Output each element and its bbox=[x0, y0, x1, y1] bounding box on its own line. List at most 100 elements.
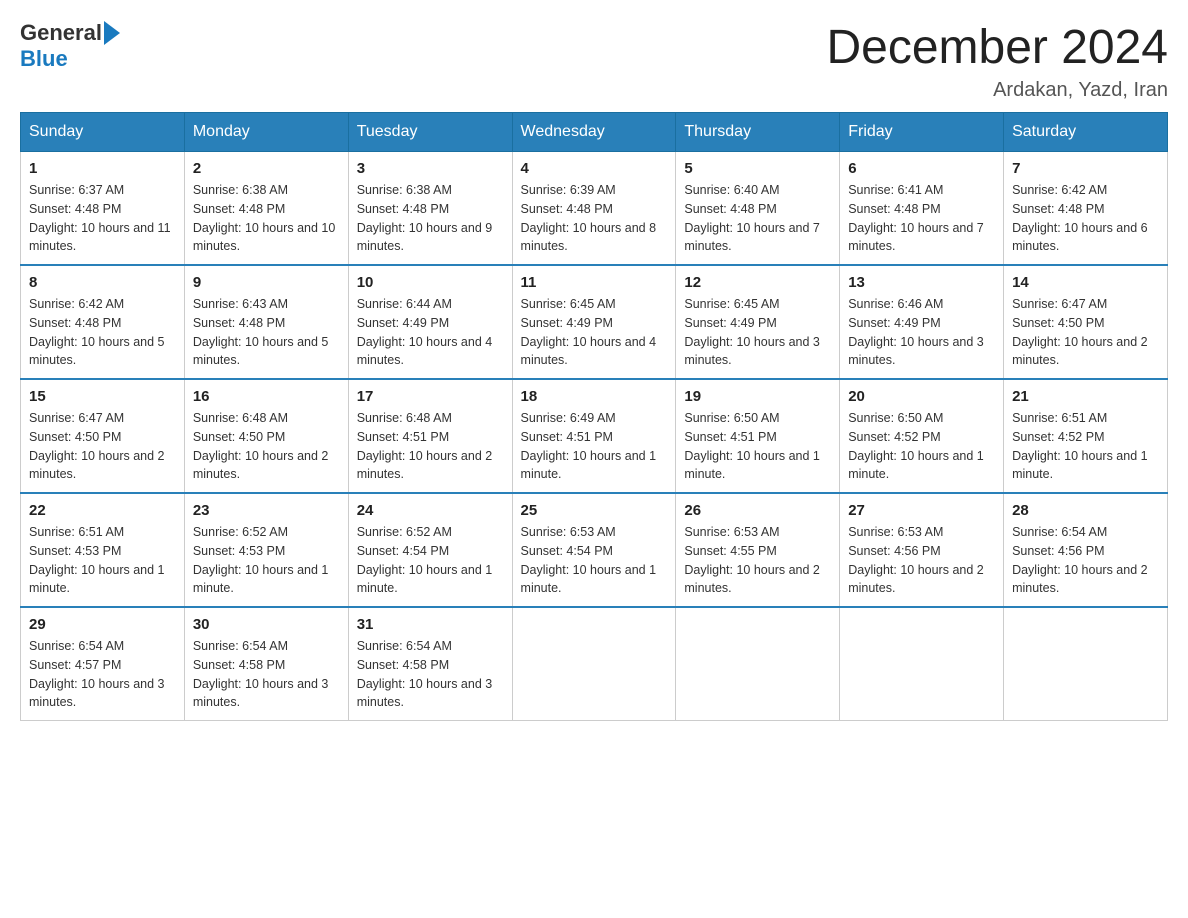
weekday-header-row: Sunday Monday Tuesday Wednesday Thursday… bbox=[21, 113, 1168, 152]
day-info: Sunrise: 6:37 AM Sunset: 4:48 PM Dayligh… bbox=[29, 181, 176, 256]
day-info: Sunrise: 6:48 AM Sunset: 4:50 PM Dayligh… bbox=[193, 409, 340, 484]
day-number: 24 bbox=[357, 502, 504, 519]
calendar-day-cell: 12 Sunrise: 6:45 AM Sunset: 4:49 PM Dayl… bbox=[676, 265, 840, 379]
day-info: Sunrise: 6:40 AM Sunset: 4:48 PM Dayligh… bbox=[684, 181, 831, 256]
day-number: 9 bbox=[193, 274, 340, 291]
day-info: Sunrise: 6:45 AM Sunset: 4:49 PM Dayligh… bbox=[521, 295, 668, 370]
day-info: Sunrise: 6:45 AM Sunset: 4:49 PM Dayligh… bbox=[684, 295, 831, 370]
logo: General Blue bbox=[20, 20, 122, 72]
day-number: 1 bbox=[29, 160, 176, 177]
header-monday: Monday bbox=[184, 113, 348, 152]
header-tuesday: Tuesday bbox=[348, 113, 512, 152]
day-info: Sunrise: 6:42 AM Sunset: 4:48 PM Dayligh… bbox=[1012, 181, 1159, 256]
logo-blue-text: Blue bbox=[20, 46, 68, 71]
calendar-day-cell: 8 Sunrise: 6:42 AM Sunset: 4:48 PM Dayli… bbox=[21, 265, 185, 379]
day-info: Sunrise: 6:38 AM Sunset: 4:48 PM Dayligh… bbox=[357, 181, 504, 256]
header-wednesday: Wednesday bbox=[512, 113, 676, 152]
day-number: 27 bbox=[848, 502, 995, 519]
calendar-day-cell: 29 Sunrise: 6:54 AM Sunset: 4:57 PM Dayl… bbox=[21, 607, 185, 721]
day-info: Sunrise: 6:53 AM Sunset: 4:56 PM Dayligh… bbox=[848, 523, 995, 598]
day-number: 3 bbox=[357, 160, 504, 177]
calendar-day-cell: 28 Sunrise: 6:54 AM Sunset: 4:56 PM Dayl… bbox=[1004, 493, 1168, 607]
calendar-day-cell bbox=[840, 607, 1004, 721]
day-info: Sunrise: 6:54 AM Sunset: 4:58 PM Dayligh… bbox=[357, 637, 504, 712]
calendar-day-cell: 4 Sunrise: 6:39 AM Sunset: 4:48 PM Dayli… bbox=[512, 152, 676, 266]
day-info: Sunrise: 6:53 AM Sunset: 4:54 PM Dayligh… bbox=[521, 523, 668, 598]
day-number: 15 bbox=[29, 388, 176, 405]
day-number: 18 bbox=[521, 388, 668, 405]
header-friday: Friday bbox=[840, 113, 1004, 152]
day-number: 23 bbox=[193, 502, 340, 519]
day-number: 26 bbox=[684, 502, 831, 519]
calendar-day-cell: 15 Sunrise: 6:47 AM Sunset: 4:50 PM Dayl… bbox=[21, 379, 185, 493]
day-info: Sunrise: 6:39 AM Sunset: 4:48 PM Dayligh… bbox=[521, 181, 668, 256]
calendar-day-cell: 26 Sunrise: 6:53 AM Sunset: 4:55 PM Dayl… bbox=[676, 493, 840, 607]
header-thursday: Thursday bbox=[676, 113, 840, 152]
calendar-day-cell: 27 Sunrise: 6:53 AM Sunset: 4:56 PM Dayl… bbox=[840, 493, 1004, 607]
calendar-day-cell: 14 Sunrise: 6:47 AM Sunset: 4:50 PM Dayl… bbox=[1004, 265, 1168, 379]
calendar-day-cell: 23 Sunrise: 6:52 AM Sunset: 4:53 PM Dayl… bbox=[184, 493, 348, 607]
day-number: 4 bbox=[521, 160, 668, 177]
day-info: Sunrise: 6:50 AM Sunset: 4:52 PM Dayligh… bbox=[848, 409, 995, 484]
day-info: Sunrise: 6:51 AM Sunset: 4:52 PM Dayligh… bbox=[1012, 409, 1159, 484]
calendar-day-cell: 21 Sunrise: 6:51 AM Sunset: 4:52 PM Dayl… bbox=[1004, 379, 1168, 493]
day-number: 11 bbox=[521, 274, 668, 291]
day-info: Sunrise: 6:52 AM Sunset: 4:54 PM Dayligh… bbox=[357, 523, 504, 598]
day-info: Sunrise: 6:44 AM Sunset: 4:49 PM Dayligh… bbox=[357, 295, 504, 370]
day-info: Sunrise: 6:42 AM Sunset: 4:48 PM Dayligh… bbox=[29, 295, 176, 370]
day-number: 30 bbox=[193, 616, 340, 633]
day-number: 12 bbox=[684, 274, 831, 291]
day-info: Sunrise: 6:38 AM Sunset: 4:48 PM Dayligh… bbox=[193, 181, 340, 256]
day-info: Sunrise: 6:52 AM Sunset: 4:53 PM Dayligh… bbox=[193, 523, 340, 598]
page-header: General Blue December 2024 Ardakan, Yazd… bbox=[20, 20, 1168, 102]
day-info: Sunrise: 6:53 AM Sunset: 4:55 PM Dayligh… bbox=[684, 523, 831, 598]
calendar-table: Sunday Monday Tuesday Wednesday Thursday… bbox=[20, 112, 1168, 721]
day-info: Sunrise: 6:47 AM Sunset: 4:50 PM Dayligh… bbox=[1012, 295, 1159, 370]
month-title: December 2024 bbox=[826, 20, 1168, 75]
day-number: 31 bbox=[357, 616, 504, 633]
day-number: 29 bbox=[29, 616, 176, 633]
day-info: Sunrise: 6:54 AM Sunset: 4:56 PM Dayligh… bbox=[1012, 523, 1159, 598]
day-info: Sunrise: 6:48 AM Sunset: 4:51 PM Dayligh… bbox=[357, 409, 504, 484]
day-info: Sunrise: 6:49 AM Sunset: 4:51 PM Dayligh… bbox=[521, 409, 668, 484]
calendar-day-cell: 24 Sunrise: 6:52 AM Sunset: 4:54 PM Dayl… bbox=[348, 493, 512, 607]
calendar-week-row: 15 Sunrise: 6:47 AM Sunset: 4:50 PM Dayl… bbox=[21, 379, 1168, 493]
day-number: 7 bbox=[1012, 160, 1159, 177]
day-number: 10 bbox=[357, 274, 504, 291]
calendar-day-cell: 30 Sunrise: 6:54 AM Sunset: 4:58 PM Dayl… bbox=[184, 607, 348, 721]
day-info: Sunrise: 6:54 AM Sunset: 4:57 PM Dayligh… bbox=[29, 637, 176, 712]
logo-general-text: General bbox=[20, 20, 102, 46]
calendar-day-cell: 31 Sunrise: 6:54 AM Sunset: 4:58 PM Dayl… bbox=[348, 607, 512, 721]
day-number: 5 bbox=[684, 160, 831, 177]
calendar-day-cell: 3 Sunrise: 6:38 AM Sunset: 4:48 PM Dayli… bbox=[348, 152, 512, 266]
day-number: 28 bbox=[1012, 502, 1159, 519]
header-sunday: Sunday bbox=[21, 113, 185, 152]
calendar-week-row: 22 Sunrise: 6:51 AM Sunset: 4:53 PM Dayl… bbox=[21, 493, 1168, 607]
calendar-day-cell: 13 Sunrise: 6:46 AM Sunset: 4:49 PM Dayl… bbox=[840, 265, 1004, 379]
calendar-week-row: 29 Sunrise: 6:54 AM Sunset: 4:57 PM Dayl… bbox=[21, 607, 1168, 721]
calendar-week-row: 8 Sunrise: 6:42 AM Sunset: 4:48 PM Dayli… bbox=[21, 265, 1168, 379]
calendar-day-cell: 9 Sunrise: 6:43 AM Sunset: 4:48 PM Dayli… bbox=[184, 265, 348, 379]
day-info: Sunrise: 6:46 AM Sunset: 4:49 PM Dayligh… bbox=[848, 295, 995, 370]
day-info: Sunrise: 6:41 AM Sunset: 4:48 PM Dayligh… bbox=[848, 181, 995, 256]
location-text: Ardakan, Yazd, Iran bbox=[826, 79, 1168, 102]
day-number: 21 bbox=[1012, 388, 1159, 405]
calendar-day-cell: 17 Sunrise: 6:48 AM Sunset: 4:51 PM Dayl… bbox=[348, 379, 512, 493]
calendar-day-cell: 16 Sunrise: 6:48 AM Sunset: 4:50 PM Dayl… bbox=[184, 379, 348, 493]
calendar-day-cell: 22 Sunrise: 6:51 AM Sunset: 4:53 PM Dayl… bbox=[21, 493, 185, 607]
day-number: 16 bbox=[193, 388, 340, 405]
day-number: 25 bbox=[521, 502, 668, 519]
day-number: 14 bbox=[1012, 274, 1159, 291]
calendar-day-cell: 19 Sunrise: 6:50 AM Sunset: 4:51 PM Dayl… bbox=[676, 379, 840, 493]
day-number: 22 bbox=[29, 502, 176, 519]
day-number: 2 bbox=[193, 160, 340, 177]
calendar-day-cell: 20 Sunrise: 6:50 AM Sunset: 4:52 PM Dayl… bbox=[840, 379, 1004, 493]
calendar-day-cell: 5 Sunrise: 6:40 AM Sunset: 4:48 PM Dayli… bbox=[676, 152, 840, 266]
calendar-day-cell: 7 Sunrise: 6:42 AM Sunset: 4:48 PM Dayli… bbox=[1004, 152, 1168, 266]
day-number: 8 bbox=[29, 274, 176, 291]
calendar-day-cell bbox=[512, 607, 676, 721]
logo-arrow-icon bbox=[104, 21, 120, 45]
day-number: 19 bbox=[684, 388, 831, 405]
calendar-day-cell: 2 Sunrise: 6:38 AM Sunset: 4:48 PM Dayli… bbox=[184, 152, 348, 266]
calendar-day-cell: 10 Sunrise: 6:44 AM Sunset: 4:49 PM Dayl… bbox=[348, 265, 512, 379]
